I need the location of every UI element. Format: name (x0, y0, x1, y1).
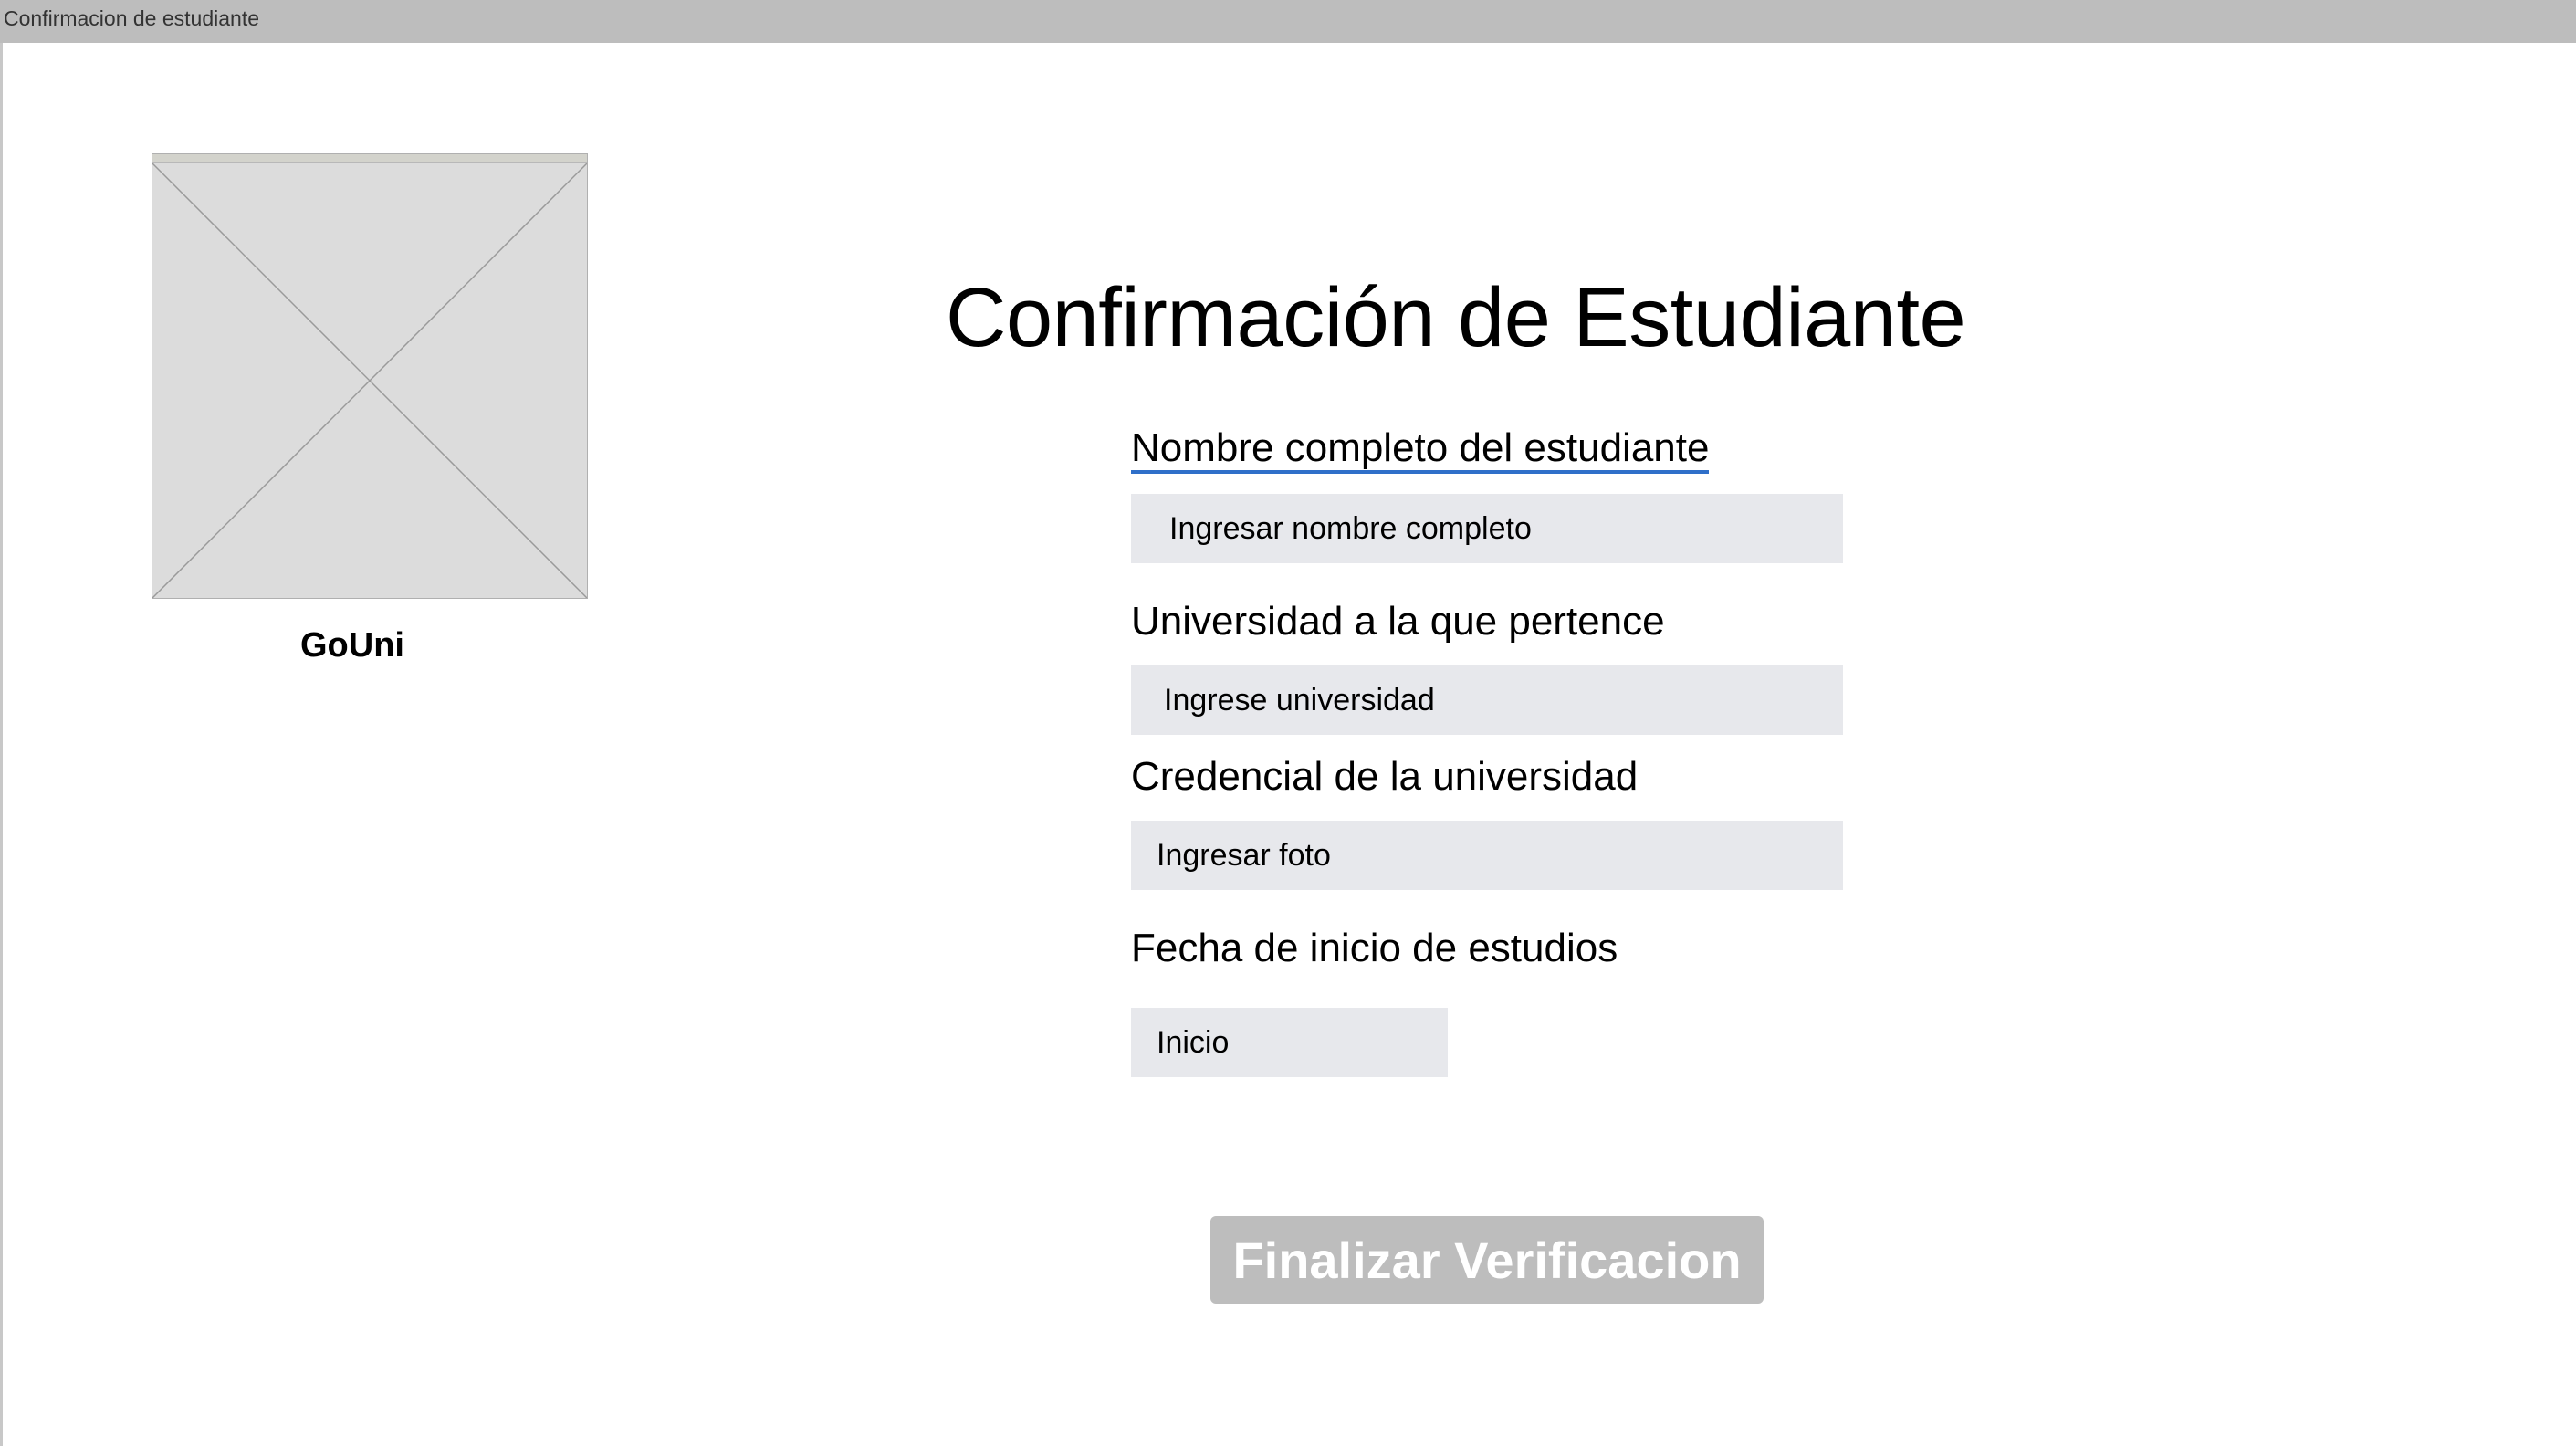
full-name-label: Nombre completo del estudiante (1131, 425, 1710, 474)
window-title: Confirmacion de estudiante (4, 6, 259, 30)
credential-photo-input[interactable]: Ingresar foto (1131, 821, 1843, 890)
credential-label: Credencial de la universidad (1131, 754, 1639, 799)
full-name-placeholder: Ingresar nombre completo (1169, 510, 1532, 546)
page-title: Confirmación de Estudiante (946, 271, 1966, 364)
credential-placeholder: Ingresar foto (1157, 837, 1331, 873)
start-date-label: Fecha de inicio de estudios (1131, 926, 1618, 970)
university-placeholder: Ingrese universidad (1164, 682, 1435, 718)
window-titlebar: Confirmacion de estudiante (0, 0, 2576, 43)
university-input[interactable]: Ingrese universidad (1131, 665, 1843, 735)
finalize-verification-button[interactable]: Finalizar Verificacion (1210, 1216, 1764, 1304)
start-date-placeholder: Inicio (1157, 1024, 1230, 1060)
window-left-border (0, 43, 3, 1446)
image-placeholder-cross (152, 163, 587, 598)
brand-name: GoUni (300, 626, 404, 665)
full-name-input[interactable]: Ingresar nombre completo (1131, 494, 1843, 563)
app-window: Confirmacion de estudiante GoUni Confirm… (0, 0, 2576, 1446)
start-date-input[interactable]: Inicio (1131, 1008, 1448, 1077)
image-placeholder-icon (152, 153, 588, 599)
university-label: Universidad a la que pertence (1131, 599, 1665, 644)
full-name-label-text: Nombre completo del estudiante (1131, 425, 1710, 474)
image-placeholder-strip (152, 154, 587, 163)
